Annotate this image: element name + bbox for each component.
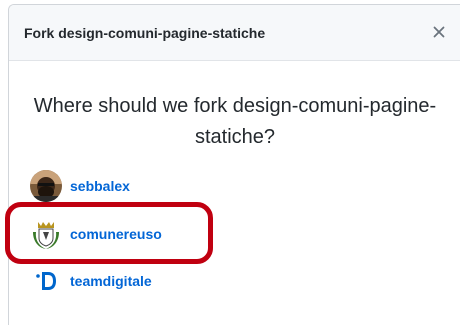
owner-name: comunereuso	[70, 226, 162, 242]
owner-name: teamdigitale	[70, 273, 152, 289]
coat-of-arms-avatar	[30, 218, 62, 250]
page: Fork design-comuni-pagine-statiche Where…	[0, 0, 460, 325]
owner-item-teamdigitale[interactable]: teamdigitale	[30, 265, 152, 297]
close-icon	[433, 26, 445, 38]
user-photo-avatar	[30, 170, 62, 202]
owner-name: sebbalex	[70, 178, 130, 194]
dialog-header: Fork design-comuni-pagine-statiche	[9, 5, 460, 61]
fork-question: Where should we fork design-comuni-pagin…	[33, 95, 437, 148]
dialog-title: Fork design-comuni-pagine-statiche	[24, 25, 266, 41]
team-digitale-logo-avatar	[30, 265, 62, 297]
owner-item-comunereuso[interactable]: comunereuso	[30, 218, 162, 250]
close-button[interactable]	[427, 20, 451, 44]
owner-item-sebbalex[interactable]: sebbalex	[30, 170, 130, 202]
